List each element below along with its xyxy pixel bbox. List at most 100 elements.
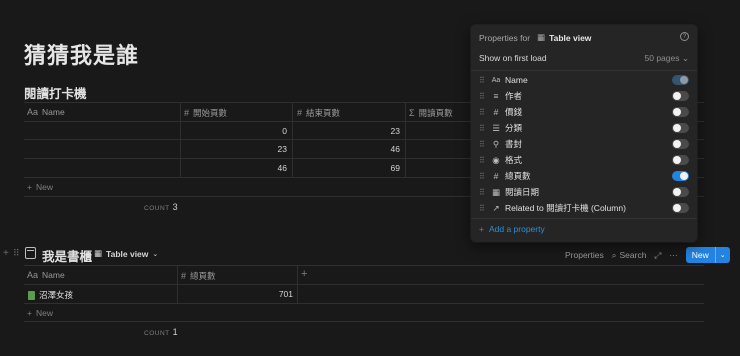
- drag-handle-icon[interactable]: ⠿: [479, 92, 489, 101]
- page-title: 猜猜我是誰: [24, 43, 140, 68]
- cell-end-pages[interactable]: 23: [292, 126, 400, 136]
- add-property-label: Add a property: [488, 224, 545, 234]
- column-header-label: 結束頁數: [306, 108, 341, 118]
- show-on-first-load[interactable]: Show on first load 50 pages ⌄: [479, 53, 689, 64]
- drag-handle-icon[interactable]: ⠿: [479, 124, 489, 133]
- drag-handle-icon[interactable]: ⠿: [13, 248, 20, 259]
- add-column-icon[interactable]: +: [301, 268, 307, 280]
- property-row-format[interactable]: ⠿ ◉ 格式: [479, 152, 689, 168]
- property-label: 作者: [505, 91, 523, 101]
- drag-handle-icon[interactable]: ⠿: [479, 156, 489, 165]
- number-property-icon: #: [181, 271, 187, 281]
- new-row-label: New: [35, 182, 53, 192]
- count-label: COUNT: [144, 205, 170, 212]
- plus-icon: +: [27, 308, 32, 318]
- count-summary[interactable]: COUNT 1: [144, 327, 178, 337]
- table-icon: ▦: [94, 248, 103, 258]
- text-property-icon: Aa: [27, 270, 39, 280]
- book-name: 沼澤女孩: [39, 290, 74, 300]
- property-label: 格式: [505, 155, 523, 165]
- db1-title[interactable]: 閱讀打卡機: [24, 83, 87, 102]
- cell-total-pages[interactable]: 701: [177, 289, 293, 299]
- visibility-toggle[interactable]: [672, 123, 689, 133]
- visibility-toggle[interactable]: [672, 107, 689, 117]
- cell-end-pages[interactable]: 46: [292, 144, 400, 154]
- chevron-down-icon: ⌄: [681, 53, 689, 63]
- drag-handle-icon[interactable]: ⠿: [479, 140, 489, 149]
- view-label: Table view: [106, 248, 149, 259]
- table-icon: ▦: [537, 32, 546, 42]
- column-header-read-pages[interactable]: Σ 閱讀頁數: [409, 107, 453, 119]
- column-header-total-pages[interactable]: # 總頁數: [181, 270, 216, 282]
- property-row-category[interactable]: ⠿ ☰ 分類: [479, 120, 689, 136]
- add-block-icon[interactable]: +: [3, 248, 9, 259]
- view-selector[interactable]: ▦ Table view ⌄: [94, 248, 158, 259]
- column-header-label: 總頁數: [190, 271, 216, 281]
- expand-icon[interactable]: ⤢: [654, 250, 661, 261]
- number-property-icon: #: [184, 108, 190, 118]
- chevron-down-icon: ⌄: [152, 250, 159, 258]
- properties-button[interactable]: Properties: [565, 250, 604, 260]
- column-header-start-pages[interactable]: # 開始頁數: [184, 107, 227, 119]
- visibility-toggle[interactable]: [672, 171, 689, 181]
- divider: [405, 102, 406, 177]
- help-icon[interactable]: ?: [680, 32, 689, 41]
- chevron-down-icon[interactable]: ⌄: [714, 247, 730, 263]
- visibility-toggle[interactable]: [672, 139, 689, 149]
- column-header-name[interactable]: Aa Name: [27, 107, 65, 117]
- popup-view-name: Table view: [549, 32, 592, 43]
- cell-start-pages[interactable]: 46: [180, 163, 287, 173]
- bookshelf-page-icon: [25, 247, 36, 259]
- property-row-author[interactable]: ⠿ ≡ 作者: [479, 88, 689, 104]
- visibility-toggle[interactable]: [672, 155, 689, 165]
- column-header-end-pages[interactable]: # 結束頁數: [297, 107, 340, 119]
- property-row-price[interactable]: ⠿ # 價錢: [479, 104, 689, 120]
- property-label: 書封: [505, 139, 523, 149]
- popup-header: Properties for ▦ Table view: [479, 32, 689, 43]
- popup-title-prefix: Properties for: [479, 32, 531, 43]
- column-header-label: Name: [42, 107, 65, 117]
- search-button[interactable]: ⌕ Search: [612, 250, 647, 261]
- new-row-button[interactable]: + New: [27, 308, 53, 318]
- divider: [24, 303, 704, 304]
- select-icon: ◉: [492, 154, 500, 165]
- property-row-total-pages[interactable]: ⠿ # 總頁數: [479, 168, 689, 184]
- property-label: Name: [505, 75, 528, 85]
- drag-handle-icon[interactable]: ⠿: [479, 188, 489, 197]
- cell-start-pages[interactable]: 0: [180, 126, 287, 136]
- visibility-toggle[interactable]: [672, 187, 689, 197]
- new-row-button[interactable]: + New: [27, 182, 53, 192]
- text-lines-icon: ≡: [493, 91, 499, 101]
- property-row-cover[interactable]: ⠿ ⚲ 書封: [479, 136, 689, 152]
- drag-handle-icon[interactable]: ⠿: [479, 204, 489, 213]
- property-label: 閱讀日期: [505, 187, 540, 197]
- drag-handle-icon[interactable]: ⠿: [479, 76, 489, 85]
- table-row[interactable]: 沼澤女孩: [28, 289, 73, 301]
- add-property-button[interactable]: + Add a property: [479, 224, 545, 234]
- count-summary[interactable]: COUNT 3: [144, 202, 178, 212]
- drag-handle-icon[interactable]: ⠿: [479, 108, 489, 117]
- more-icon[interactable]: ···: [669, 250, 678, 260]
- property-row-relation[interactable]: ⠿ ↗ Related to 閱讀打卡機 (Column): [479, 200, 689, 216]
- drag-handle-icon[interactable]: ⠿: [479, 172, 489, 181]
- property-label: 分類: [505, 123, 523, 133]
- property-label: 價錢: [505, 107, 523, 117]
- property-row-read-date[interactable]: ⠿ ▦ 閱讀日期: [479, 184, 689, 200]
- visibility-toggle[interactable]: [672, 91, 689, 101]
- new-button[interactable]: New ⌄: [685, 247, 730, 263]
- new-button-label: New: [691, 250, 709, 260]
- visibility-toggle[interactable]: [672, 203, 689, 213]
- number-property-icon: #: [297, 108, 303, 118]
- search-icon: ⌕: [611, 249, 617, 260]
- plus-icon: +: [27, 182, 32, 192]
- multi-select-icon: ☰: [492, 122, 500, 133]
- divider: [24, 284, 704, 285]
- column-header-name[interactable]: Aa Name: [27, 270, 65, 280]
- property-row-name[interactable]: ⠿ Aa Name: [479, 72, 689, 88]
- divider: [24, 321, 704, 322]
- cell-start-pages[interactable]: 23: [180, 144, 287, 154]
- cell-end-pages[interactable]: 69: [292, 163, 400, 173]
- db2-title[interactable]: 我是書櫃: [42, 246, 92, 265]
- plus-icon: +: [479, 224, 484, 234]
- visibility-toggle[interactable]: [672, 75, 689, 85]
